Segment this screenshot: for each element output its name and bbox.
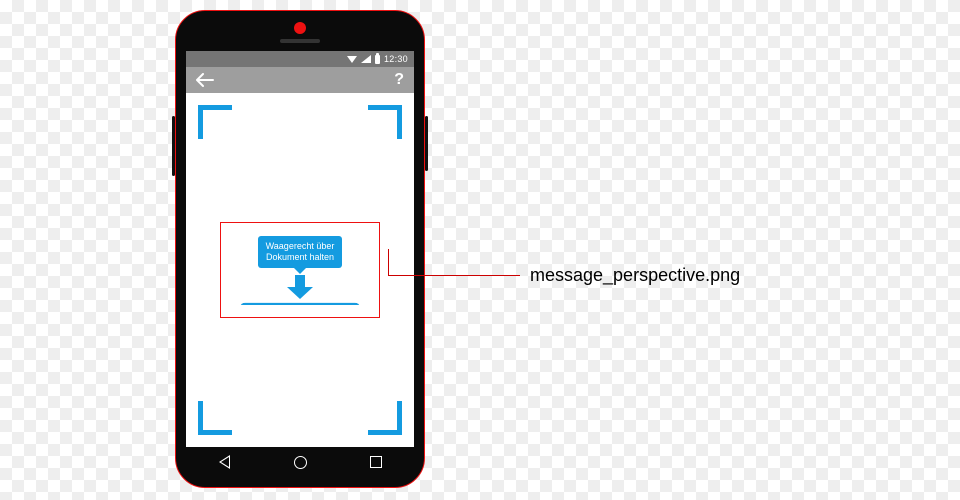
status-notification-icon bbox=[347, 56, 357, 63]
status-signal-icon bbox=[361, 55, 371, 63]
scan-frame-corner-bl bbox=[198, 401, 232, 435]
callout-label: message_perspective.png bbox=[530, 265, 740, 286]
circle-home-icon bbox=[294, 456, 307, 469]
scan-frame-corner-tl bbox=[198, 105, 232, 139]
phone-screen: 12:30 ? Waagerecht über Dokument halten bbox=[186, 51, 414, 477]
callout-leader-line bbox=[388, 275, 520, 276]
phone-power-button bbox=[425, 116, 428, 171]
phone-volume-button bbox=[172, 116, 175, 176]
document-plane-icon bbox=[240, 302, 360, 304]
status-time: 12:30 bbox=[384, 54, 408, 64]
arrow-down-icon bbox=[295, 275, 305, 289]
android-status-bar: 12:30 bbox=[186, 51, 414, 67]
back-button[interactable] bbox=[196, 73, 214, 87]
triangle-back-icon bbox=[219, 455, 230, 469]
scan-frame-corner-br bbox=[368, 401, 402, 435]
tooltip-bubble: Waagerecht über Dokument halten bbox=[258, 236, 343, 268]
android-nav-bar bbox=[186, 447, 414, 477]
nav-back-button[interactable] bbox=[204, 452, 244, 472]
app-bar: ? bbox=[186, 67, 414, 93]
nav-recent-button[interactable] bbox=[356, 452, 396, 472]
square-recent-icon bbox=[370, 456, 382, 468]
phone-speaker bbox=[280, 39, 320, 43]
arrow-left-icon bbox=[196, 73, 214, 87]
scan-frame-corner-tr bbox=[368, 105, 402, 139]
scan-viewport: Waagerecht über Dokument halten bbox=[186, 93, 414, 447]
message-perspective-asset: Waagerecht über Dokument halten bbox=[220, 222, 380, 318]
help-button[interactable]: ? bbox=[394, 71, 404, 89]
status-battery-icon bbox=[375, 55, 380, 64]
phone-camera-dot bbox=[294, 22, 306, 34]
nav-home-button[interactable] bbox=[280, 452, 320, 472]
